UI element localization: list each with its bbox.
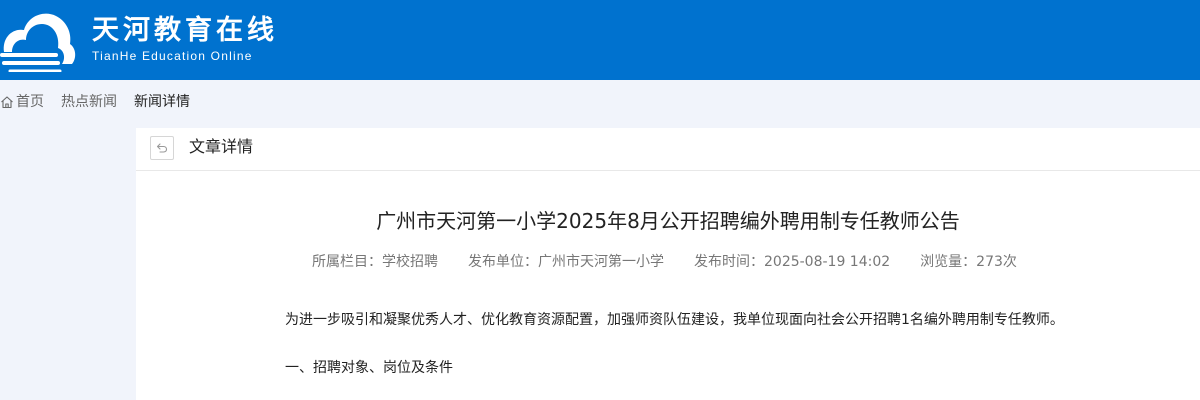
meta-views-value: 273次 (976, 254, 1017, 270)
back-arrow-icon (156, 143, 168, 153)
breadcrumb: 首页 热点新闻 新闻详情 (0, 92, 207, 112)
breadcrumb-hot-news[interactable]: 热点新闻 (61, 92, 117, 112)
breadcrumb-home-label: 首页 (16, 94, 44, 110)
meta-time-label: 发布时间： (694, 254, 764, 270)
meta-column-value: 学校招聘 (382, 254, 438, 270)
article-paragraph-intro: 为进一步吸引和凝聚优秀人才、优化教育资源配置，加强师资队伍建设，我单位现面向社会… (285, 312, 1064, 328)
meta-publisher-label: 发布单位： (468, 254, 538, 270)
article-title: 广州市天河第一小学2025年8月公开招聘编外聘用制专任教师公告 (376, 209, 960, 233)
article-meta: 所属栏目：学校招聘 发布单位：广州市天河第一小学 发布时间：2025-08-19… (312, 252, 1017, 272)
back-button[interactable] (150, 136, 174, 160)
meta-publish-time: 发布时间：2025-08-19 14:02 (694, 252, 890, 272)
panel-title: 文章详情 (189, 137, 254, 156)
breadcrumb-news-detail: 新闻详情 (134, 94, 190, 110)
meta-publisher: 发布单位：广州市天河第一小学 (468, 252, 664, 272)
meta-time-value: 2025-08-19 14:02 (764, 254, 891, 270)
meta-views: 浏览量：273次 (920, 252, 1017, 272)
breadcrumb-home[interactable]: 首页 (0, 92, 44, 112)
site-header: 天河教育在线 TianHe Education Online (0, 0, 1200, 80)
meta-column-label: 所属栏目： (312, 254, 382, 270)
panel-header: 文章详情 (136, 128, 1200, 171)
meta-views-label: 浏览量： (920, 254, 977, 270)
site-subtitle: TianHe Education Online (92, 49, 253, 63)
site-title[interactable]: 天河教育在线 (92, 14, 278, 48)
article-section-heading: 一、招聘对象、岗位及条件 (285, 360, 453, 376)
meta-column: 所属栏目：学校招聘 (312, 252, 438, 272)
cloud-logo-icon[interactable] (0, 8, 78, 72)
meta-publisher-value: 广州市天河第一小学 (538, 254, 664, 270)
home-icon (1, 96, 13, 109)
